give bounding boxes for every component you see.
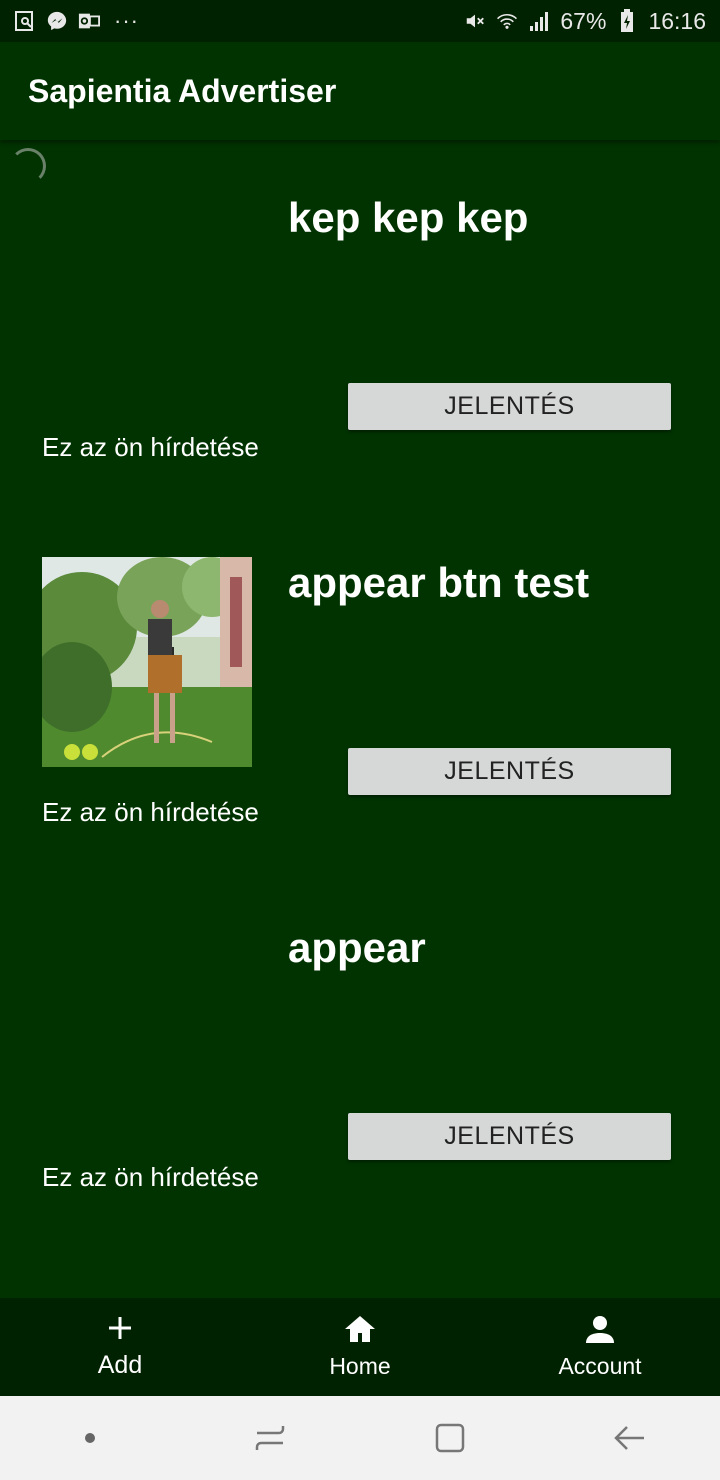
ad-card[interactable]: appear JELENTÉS Ez az ön hírdetése [0,870,720,1235]
back-arrow-icon[interactable] [600,1408,660,1468]
nav-add-label: Add [97,1351,143,1379]
nav-add[interactable]: Add [0,1298,240,1396]
ad-card[interactable]: kep kep kep JELENTÉS Ez az ön hírdetése [0,140,720,505]
ad-title: appear btn test [288,559,590,606]
status-bar: ··· 67% 16:16 [0,0,720,42]
wifi-icon [496,10,518,32]
battery-icon [616,9,638,32]
report-button[interactable]: JELENTÉS [348,748,671,795]
owner-text: Ez az ön hírdetése [42,797,259,827]
system-navigation-bar [0,1396,720,1480]
ad-list[interactable]: kep kep kep JELENTÉS Ez az ön hírdetése [0,140,720,1298]
report-button[interactable]: JELENTÉS [348,1113,671,1160]
nav-account-label: Account [558,1353,642,1379]
dot-icon[interactable] [60,1408,120,1468]
bottom-navigation: Add Home Account [0,1298,720,1396]
outlook-icon [78,10,100,32]
nav-home[interactable]: Home [240,1298,480,1396]
signal-icon [528,10,550,32]
ad-title: appear [288,924,426,971]
person-icon [585,1314,615,1349]
messenger-icon [46,10,68,32]
home-icon [343,1314,377,1349]
screenshot-icon [14,10,36,32]
plus-icon [106,1314,134,1347]
app-bar: Sapientia Advertiser [0,42,720,140]
nav-home-label: Home [329,1353,391,1379]
ad-thumbnail[interactable] [42,557,252,767]
clock: 16:16 [648,7,706,34]
owner-text: Ez az ön hírdetése [42,1162,259,1192]
report-button[interactable]: JELENTÉS [348,383,671,430]
more-notifications: ··· [114,8,139,33]
ad-card[interactable]: appear btn test JELENTÉS Ez az ön hírdet… [0,505,720,870]
recents-icon[interactable] [240,1408,300,1468]
owner-text: Ez az ön hírdetése [42,432,259,462]
photo-thumbnail-icon [42,557,252,767]
home-square-icon[interactable] [420,1408,480,1468]
app-title: Sapientia Advertiser [28,72,337,109]
mute-icon [464,10,486,32]
nav-account[interactable]: Account [480,1298,720,1396]
battery-percent: 67% [560,7,607,34]
ad-title: kep kep kep [288,194,529,241]
